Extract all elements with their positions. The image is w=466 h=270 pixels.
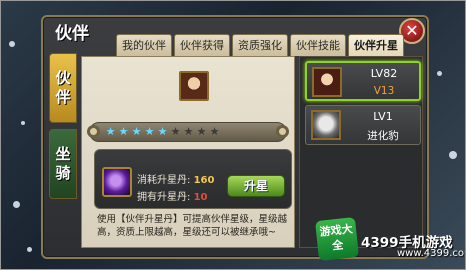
companion-level: LV82 (370, 67, 398, 80)
side-tab-label: 伙 (55, 69, 71, 87)
side-tab-companion[interactable]: 伙 伴 (49, 53, 77, 123)
snow-particle (437, 71, 442, 76)
tab-companion-acquire[interactable]: 伙伴获得 (174, 34, 230, 56)
white-leopard-avatar (311, 110, 341, 140)
star-lit-icon: ★ (157, 125, 168, 138)
companion-card[interactable]: LV82 V13 (305, 61, 421, 101)
companion-vip: V13 (373, 85, 395, 97)
cost-stat: 消耗升星丹: 160 (137, 171, 214, 186)
tab-star-upgrade[interactable]: 伙伴升星 (348, 34, 404, 56)
description-text: 使用【伙伴升星丹】可提高伙伴星级，星级越高，资质上限越高，星级还可以被继承哦~ (97, 214, 288, 238)
side-tab-label: 伴 (55, 88, 71, 106)
tab-my-companions[interactable]: 我的伙伴 (116, 34, 172, 56)
watermark-badge: 游戏大全 (315, 217, 359, 261)
tab-aptitude-enhance[interactable]: 资质强化 (232, 34, 288, 56)
cost-value: 160 (193, 175, 215, 186)
game-screen: 伙伴 ✕ 我的伙伴 伙伴获得 资质强化 伙伴技能 伙伴升星 伙 伴 坐 骑 ★ ★… (0, 0, 466, 270)
star-lit-icon: ★ (131, 125, 142, 138)
side-tab-mount[interactable]: 坐 骑 (49, 129, 77, 199)
close-icon: ✕ (405, 21, 419, 40)
star-pill-icon (102, 167, 132, 197)
snow-particle (449, 151, 457, 159)
star-empty-icon: ★ (183, 125, 194, 138)
bar-end-ornament (276, 125, 289, 138)
own-stat: 拥有升星丹: 10 (137, 188, 207, 203)
snow-particle (9, 41, 15, 47)
star-lit-icon: ★ (144, 125, 155, 138)
female-warrior-avatar (312, 67, 342, 97)
side-tab-bar: 伙 伴 坐 骑 (49, 53, 77, 205)
star-upgrade-button[interactable]: 升星 (227, 175, 285, 197)
companion-name: 进化豹 (367, 130, 399, 142)
star-lit-icon: ★ (118, 125, 129, 138)
watermark-url: www.4399.com (397, 248, 465, 259)
snow-particle (21, 121, 25, 125)
star-lit-icon: ★ (105, 125, 116, 138)
side-tab-label: 骑 (55, 164, 71, 182)
own-label: 拥有升星丹: (137, 192, 191, 203)
cost-label: 消耗升星丹: (137, 175, 191, 186)
site-watermark: 游戏大全 4399手机游戏 www.4399.com (315, 217, 465, 261)
star-empty-icon: ★ (196, 125, 207, 138)
star-empty-icon: ★ (209, 125, 220, 138)
bar-end-ornament (87, 125, 100, 138)
panel-title: 伙伴 (55, 24, 89, 44)
snow-particle (27, 247, 32, 252)
snow-particle (13, 201, 20, 208)
selected-companion-portrait (179, 71, 209, 101)
tab-companion-skills[interactable]: 伙伴技能 (290, 34, 346, 56)
tab-bar: 我的伙伴 伙伴获得 资质强化 伙伴技能 伙伴升星 (116, 34, 404, 56)
star-empty-icon: ★ (170, 125, 181, 138)
companion-card[interactable]: LV1 进化豹 (305, 105, 421, 145)
own-value: 10 (193, 192, 208, 203)
side-tab-label: 坐 (55, 145, 71, 163)
companion-level: LV1 (373, 110, 393, 123)
